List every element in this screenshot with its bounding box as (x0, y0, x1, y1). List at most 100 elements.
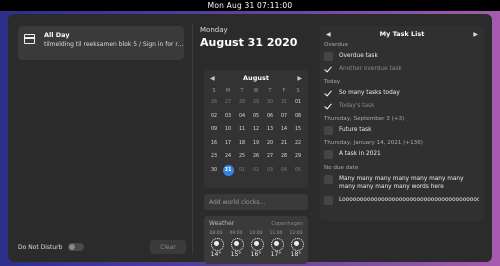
weekday-label: T (268, 88, 272, 94)
calendar-day[interactable]: 30 (207, 164, 221, 178)
column-divider (192, 24, 193, 254)
section-header: Overdue (324, 42, 348, 48)
next-month-button[interactable]: ▶ (297, 75, 302, 82)
calendar-day[interactable]: 02 (207, 110, 221, 124)
calendar-day[interactable]: 05 (291, 164, 305, 178)
weather-title: Weather (209, 220, 235, 227)
month-calendar: ◀ August ▶ S M T W T F S 26 27 28 29 30 31 01 02 03 04 05… (204, 70, 308, 188)
task-checkbox[interactable] (324, 150, 333, 159)
calendar-day[interactable]: 04 (235, 110, 249, 124)
calendar-day[interactable]: 12 (249, 123, 263, 137)
calendar-day[interactable]: 14 (277, 123, 291, 137)
sun-icon (270, 238, 284, 251)
calendar-popover: All Day tilmelding til reeksamen blok 5 … (8, 14, 492, 264)
section-header: Thursday, September 3 (+3) (324, 116, 405, 122)
calendar-day[interactable]: 28 (277, 150, 291, 164)
calendar-day[interactable]: 13 (263, 123, 277, 137)
forecast-temp: 16° (250, 251, 262, 258)
calendar-day[interactable]: 03 (221, 110, 235, 124)
calendar-day[interactable]: 02 (249, 164, 263, 178)
calendar-day[interactable]: 05 (249, 110, 263, 124)
task-checkbox[interactable] (324, 65, 333, 74)
previous-month-button[interactable]: ◀ (210, 75, 215, 82)
calendar-day[interactable]: 30 (263, 96, 277, 110)
add-world-clocks-button[interactable]: Add world clocks… (204, 194, 308, 210)
calendar-day[interactable]: 24 (221, 150, 235, 164)
previous-list-button[interactable]: ◀ (326, 31, 331, 38)
calendar-day[interactable]: 06 (263, 110, 277, 124)
do-not-disturb-label: Do Not Disturb (18, 244, 63, 251)
task-item[interactable]: Today's task (324, 102, 480, 111)
calendar-day[interactable]: 31 (277, 96, 291, 110)
task-item[interactable]: Many many many many many many many many … (324, 175, 480, 191)
calendar-day[interactable]: 01 (235, 164, 249, 178)
task-text: Today's task (339, 103, 375, 109)
calendar-day[interactable]: 10 (221, 123, 235, 137)
task-checkbox[interactable] (324, 102, 333, 111)
notification-body: tilmelding til reeksamen blok 5 / Sign i… (44, 41, 186, 48)
calendar-day[interactable]: 23 (207, 150, 221, 164)
clock-label[interactable]: Mon Aug 31 07:11:00 (208, 1, 293, 10)
calendar-day[interactable]: 08 (291, 110, 305, 124)
notification-card[interactable]: All Day tilmelding til reeksamen blok 5 … (18, 26, 186, 60)
task-item[interactable]: A task in 2021 (324, 150, 480, 159)
task-item[interactable]: Overdue task (324, 52, 480, 61)
task-checkbox[interactable] (324, 175, 333, 184)
section-header: Today (324, 79, 341, 85)
calendar-day[interactable]: 22 (291, 137, 305, 151)
calendar-day[interactable]: 16 (207, 137, 221, 151)
forecast-time: 09:00 (229, 231, 243, 236)
calendar-day[interactable]: 27 (221, 96, 235, 110)
calendar-day[interactable]: 01 (291, 96, 305, 110)
calendar-day[interactable]: 29 (249, 96, 263, 110)
weekday-label: M (225, 88, 231, 94)
clear-button[interactable]: Clear (150, 240, 186, 254)
calendar-day[interactable]: 27 (263, 150, 277, 164)
sun-icon (230, 238, 244, 251)
calendar-day[interactable]: 11 (235, 123, 249, 137)
calendar-day[interactable]: 07 (277, 110, 291, 124)
calendar-day[interactable]: 26 (249, 150, 263, 164)
task-item[interactable]: So many tasks today (324, 89, 480, 98)
weekday-label: W (253, 88, 259, 94)
task-item[interactable]: Future task (324, 126, 480, 135)
full-date[interactable]: August 31 2020 (200, 36, 297, 49)
day-name: Monday (200, 26, 228, 34)
calendar-day[interactable]: 17 (221, 137, 235, 151)
task-item[interactable]: Looooooooooooooooooooooooooooooooooooooo… (324, 196, 480, 205)
top-bar: Mon Aug 31 07:11:00 (0, 0, 500, 11)
weather-location: Copenhagen (271, 221, 303, 227)
task-text: Many many many many many many many many … (339, 176, 464, 190)
next-list-button[interactable]: ▶ (473, 31, 478, 38)
task-checkbox[interactable] (324, 126, 333, 135)
forecast-temp: 17° (270, 251, 282, 258)
calendar-day[interactable]: 15 (291, 123, 305, 137)
weekday-label: S (296, 88, 300, 94)
calendar-day[interactable]: 09 (207, 123, 221, 137)
weekday-label: T (240, 88, 244, 94)
calendar-day-today[interactable]: 31 (222, 164, 234, 176)
forecast-time: 11:00 (269, 231, 283, 236)
calendar-day[interactable]: 19 (249, 137, 263, 151)
calendar-day[interactable]: 21 (277, 137, 291, 151)
weather-widget[interactable]: Weather Copenhagen 08:00 14° 09:00 15° 10:00… (204, 216, 308, 264)
do-not-disturb-toggle[interactable] (68, 243, 84, 251)
task-checkbox[interactable] (324, 196, 333, 205)
calendar-day[interactable]: 26 (207, 96, 221, 110)
calendar-day[interactable]: 28 (235, 96, 249, 110)
task-checkbox[interactable] (324, 89, 333, 98)
calendar-day[interactable]: 18 (235, 137, 249, 151)
calendar-day[interactable]: 20 (263, 137, 277, 151)
calendar-day[interactable]: 25 (235, 150, 249, 164)
calendar-day[interactable]: 29 (291, 150, 305, 164)
section-header: No due date (324, 165, 359, 171)
forecast-time: 12:00 (289, 231, 303, 236)
task-item[interactable]: Another overdue task (324, 65, 480, 74)
forecast-temp: 15° (230, 251, 242, 258)
forecast-time: 08:00 (209, 231, 223, 236)
calendar-day[interactable]: 04 (277, 164, 291, 178)
task-list-title: My Task List (379, 30, 425, 38)
calendar-day[interactable]: 03 (263, 164, 277, 178)
task-checkbox[interactable] (324, 52, 333, 61)
forecast-hour: 08:00 14° (206, 231, 226, 258)
